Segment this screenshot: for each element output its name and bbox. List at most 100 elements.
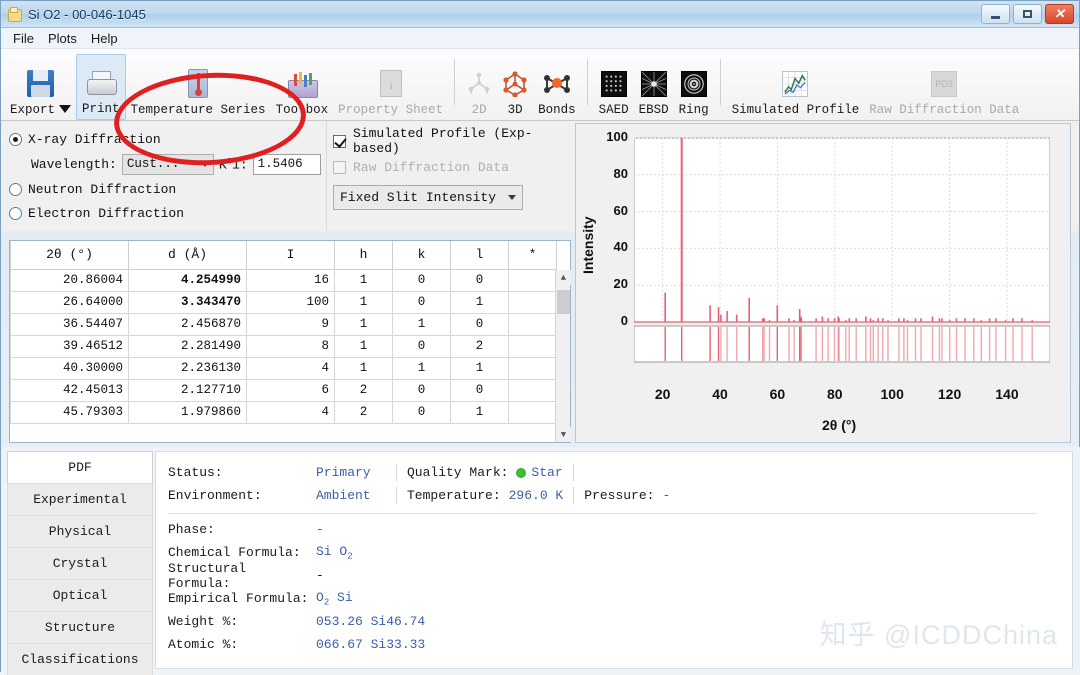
raw-diffraction-checkbox-label: Raw Diffraction Data — [353, 160, 509, 175]
toolbar: Export Print Temperature Series — [1, 49, 1079, 121]
radio-neutron-diffraction[interactable]: Neutron Diffraction — [9, 177, 326, 201]
x-tick-label: 120 — [930, 386, 970, 402]
scrollbar-thumb[interactable] — [557, 290, 570, 314]
ebsd-button[interactable]: EBSD — [634, 54, 674, 120]
table-row[interactable]: 20.860044.25499016100 — [11, 269, 557, 291]
checkbox-simulated-profile[interactable]: Simulated Profile (Exp-based) — [333, 129, 571, 153]
raw-diffraction-data-button[interactable]: PD3 Raw Diffraction Data — [864, 54, 1024, 120]
print-button[interactable]: Print — [76, 54, 126, 120]
export-button[interactable]: Export — [5, 54, 76, 120]
kalpha-value: 1.5406 — [258, 157, 303, 171]
table-row[interactable]: 42.450132.1277106200 — [11, 379, 557, 401]
scroll-down-arrow-icon[interactable]: ▼ — [556, 427, 571, 442]
cell-h: 2 — [335, 379, 393, 401]
menu-item-plots[interactable]: Plots — [42, 30, 83, 47]
intensity-mode-select[interactable]: Fixed Slit Intensity — [333, 185, 523, 210]
view-2d-button[interactable]: 2D — [461, 54, 497, 120]
radio-electron-diffraction[interactable]: Electron Diffraction — [9, 201, 326, 225]
temperature-label: Temperature: — [407, 488, 501, 503]
phase-value: - — [316, 522, 324, 537]
checkbox-raw-diffraction-data[interactable]: Raw Diffraction Data — [333, 155, 571, 179]
structural-formula-label: Structural Formula: — [168, 561, 316, 591]
table-scrollbar[interactable]: ▲ ▼ — [555, 270, 570, 442]
profile-options: Simulated Profile (Exp-based) Raw Diffra… — [326, 121, 571, 231]
chart-plot-area — [634, 130, 1050, 380]
simulated-profile-label: Simulated Profile — [732, 103, 860, 117]
chemical-formula-label: Chemical Formula: — [168, 545, 316, 560]
diffraction-chart-panel[interactable]: Intensity 2θ (°) 020406080100 2040608010… — [575, 123, 1071, 443]
menu-item-file[interactable]: File — [7, 30, 40, 47]
radio-xray-diffraction[interactable]: X-ray Diffraction — [9, 127, 326, 151]
wavelength-label: Wavelength: — [31, 157, 117, 172]
toolbar-separator — [720, 59, 721, 105]
cell-k: 0 — [393, 379, 451, 401]
tab-classifications[interactable]: Classifications — [7, 643, 153, 675]
cell-star — [509, 357, 557, 379]
cell-h: 1 — [335, 335, 393, 357]
molecule-2d-icon — [466, 67, 492, 100]
column-header-h[interactable]: h — [335, 241, 393, 269]
status-label: Status: — [168, 465, 316, 480]
tab-experimental[interactable]: Experimental — [7, 483, 153, 515]
divider — [396, 464, 397, 481]
view-3d-button[interactable]: 3D — [497, 54, 533, 120]
tab-crystal[interactable]: Crystal — [7, 547, 153, 579]
wavelength-select[interactable]: Cust... — [122, 154, 214, 175]
column-header-l[interactable]: l — [451, 241, 509, 269]
menu-item-help[interactable]: Help — [85, 30, 124, 47]
column-header-k[interactable]: k — [393, 241, 451, 269]
close-button[interactable]: ✕ — [1045, 4, 1074, 24]
cell-k: 1 — [393, 357, 451, 379]
table-row[interactable]: 45.793031.9798604201 — [11, 401, 557, 423]
maximize-icon — [1023, 10, 1032, 18]
simulated-profile-button[interactable]: Simulated Profile — [727, 54, 865, 120]
cell-two_theta: 36.54407 — [11, 313, 129, 335]
tab-physical[interactable]: Physical — [7, 515, 153, 547]
divider — [168, 513, 1036, 514]
tab-structure[interactable]: Structure — [7, 611, 153, 643]
toolbox-button[interactable]: Toolbox — [271, 54, 334, 120]
tab-pdf[interactable]: PDF — [7, 451, 153, 483]
cell-h: 1 — [335, 313, 393, 335]
column-header-star[interactable]: * — [509, 241, 557, 269]
atomic-percent-label: Atomic %: — [168, 637, 316, 652]
toolbar-group-profile: Simulated Profile PD3 Raw Diffraction Da… — [727, 53, 1025, 120]
cell-i: 100 — [247, 291, 335, 313]
category-tab-list: PDFExperimentalPhysicalCrystalOpticalStr… — [1, 447, 153, 673]
cell-l: 0 — [451, 379, 509, 401]
pressure-label: Pressure: — [584, 488, 654, 503]
toolbar-group-file: Export Print Temperature Series — [5, 53, 448, 120]
wavelength-row: Wavelength: Cust... Kα1: 1.5406 — [9, 151, 326, 177]
column-header-i[interactable]: I — [247, 241, 335, 269]
table-row[interactable]: 40.300002.2361304111 — [11, 357, 557, 379]
cell-star — [509, 335, 557, 357]
export-label: Export — [10, 103, 55, 117]
saed-pattern-icon — [601, 67, 627, 100]
scroll-up-arrow-icon[interactable]: ▲ — [556, 270, 571, 285]
tab-optical[interactable]: Optical — [7, 579, 153, 611]
saed-label: SAED — [599, 103, 629, 117]
table-row[interactable]: 36.544072.4568709110 — [11, 313, 557, 335]
kalpha-input[interactable]: 1.5406 — [253, 154, 321, 175]
empirical-formula-row: Empirical Formula: O2 Si — [168, 587, 1072, 610]
bonds-button[interactable]: Bonds — [533, 54, 581, 120]
table-row[interactable]: 39.465122.2814908102 — [11, 335, 557, 357]
minimize-button[interactable] — [981, 4, 1010, 24]
phase-row: Phase: - — [168, 518, 1072, 541]
ring-button[interactable]: Ring — [674, 54, 714, 120]
temperature-series-button[interactable]: Temperature Series — [126, 54, 271, 120]
cell-d: 3.343470 — [129, 291, 247, 313]
cell-h: 1 — [335, 291, 393, 313]
maximize-button[interactable] — [1013, 4, 1042, 24]
table-row[interactable]: 26.640003.343470100101 — [11, 291, 557, 313]
cell-l: 1 — [451, 357, 509, 379]
property-sheet-button[interactable]: Property Sheet — [333, 54, 448, 120]
saed-button[interactable]: SAED — [594, 54, 634, 120]
chevron-down-icon[interactable] — [59, 105, 71, 113]
column-header-d[interactable]: d (Å) — [129, 241, 247, 269]
divider — [573, 464, 574, 481]
y-tick-label: 80 — [588, 166, 628, 181]
pdf-info-panel: Status: Primary Quality Mark: Star Envir… — [155, 451, 1073, 669]
toolbox-label: Toolbox — [276, 103, 329, 117]
column-header-two-theta[interactable]: 2θ (°) — [11, 241, 129, 269]
